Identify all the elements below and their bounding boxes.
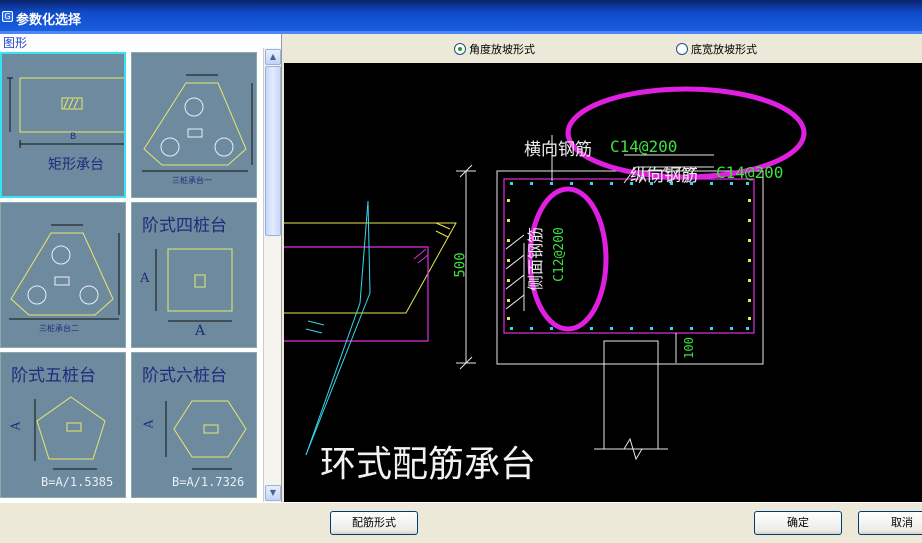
dim-a-bottom: A: [195, 323, 206, 339]
scroll-thumb[interactable]: [265, 66, 281, 236]
preview-panel: 角度放坡形式 底宽放坡形式 横向钢筋 C14@200 纵向钢筋 C14@200 …: [284, 34, 922, 502]
ok-button[interactable]: 确定: [754, 511, 842, 535]
thumb-stepped-five-pile[interactable]: 阶式五桩台 A B=A/1.5385: [0, 352, 126, 498]
thumbnail-scrollbar[interactable]: ▲ ▼: [263, 48, 281, 502]
thumb-three-pile-one[interactable]: 三桩承台一: [131, 52, 257, 198]
side-rebar-label: 侧面钢筋: [526, 226, 546, 292]
rebar-form-button[interactable]: 配筋形式: [330, 511, 418, 535]
radio-label: 角度放坡形式: [469, 43, 535, 56]
thumbnail-grid: B 矩形承台 三桩承台一 三桩承台二 阶式四桩台 A A 阶式五桩台 A B=A…: [0, 48, 262, 502]
chevron-up-icon: ▲: [269, 52, 277, 61]
scroll-up-button[interactable]: ▲: [265, 49, 281, 65]
dim-height: 500: [452, 252, 469, 278]
scroll-down-button[interactable]: ▼: [265, 485, 281, 501]
thumb-three-pile-two[interactable]: 三桩承台二: [0, 202, 126, 348]
thumb-label: 阶式四桩台: [142, 216, 227, 236]
radio-dot: [676, 43, 688, 55]
thumb-label: 阶式五桩台: [11, 366, 96, 386]
dim-a: A: [141, 419, 156, 429]
thumb-label: 矩形承台: [48, 157, 104, 173]
thumb-label: 三桩承台二: [39, 324, 79, 333]
rect-dim-b: B: [70, 132, 77, 142]
dialog-button-bar: 配筋形式 确定 取消: [0, 502, 922, 543]
radio-angle-slope[interactable]: 角度放坡形式: [454, 41, 535, 57]
longitudinal-rebar-label: 纵向钢筋: [630, 166, 698, 186]
app-icon: G: [2, 11, 13, 22]
side-rebar-spec: C12@200: [551, 227, 567, 282]
window-title: 参数化选择: [16, 13, 82, 28]
formula: B=A/1.5385: [41, 475, 114, 489]
longitudinal-rebar-spec: C14@200: [716, 163, 784, 182]
radio-label: 底宽放坡形式: [691, 43, 757, 56]
dim-a-left: A: [140, 271, 150, 286]
transverse-rebar-spec: C14@200: [610, 137, 678, 156]
dim-base: 100: [681, 337, 696, 359]
thumb-stepped-six-pile[interactable]: 阶式六桩台 A B=A/1.7326: [131, 352, 257, 498]
formula: B=A/1.7326: [172, 475, 245, 489]
dim-a: A: [8, 421, 23, 431]
parametric-select-window: G 参数化选择 图形 B 矩形承台 三桩承台一 三桩承台二 阶式四桩台 A A …: [0, 0, 922, 543]
chevron-down-icon: ▼: [269, 488, 277, 497]
cad-preview: 横向钢筋 C14@200 纵向钢筋 C14@200 侧面钢筋 C12@200 5…: [284, 63, 922, 502]
thumb-stepped-four-pile[interactable]: 阶式四桩台 A A: [131, 202, 257, 348]
rect-cap-diagram: [7, 77, 124, 148]
transverse-rebar-label: 横向钢筋: [524, 140, 592, 160]
thumb-label: 三桩承台一: [172, 176, 212, 185]
shape-list-panel: 图形 B 矩形承台 三桩承台一 三桩承台二 阶式四桩台 A A 阶式五桩台 A …: [0, 34, 282, 502]
cancel-button[interactable]: 取消: [858, 511, 922, 535]
radio-width-slope[interactable]: 底宽放坡形式: [676, 41, 757, 57]
radio-dot: [454, 43, 466, 55]
thumb-label: 阶式六桩台: [142, 366, 227, 386]
drawing-title: 环式配筋承台: [320, 444, 537, 485]
thumb-rect-cap[interactable]: B 矩形承台: [0, 52, 126, 198]
title-bar: G 参数化选择: [0, 0, 922, 34]
